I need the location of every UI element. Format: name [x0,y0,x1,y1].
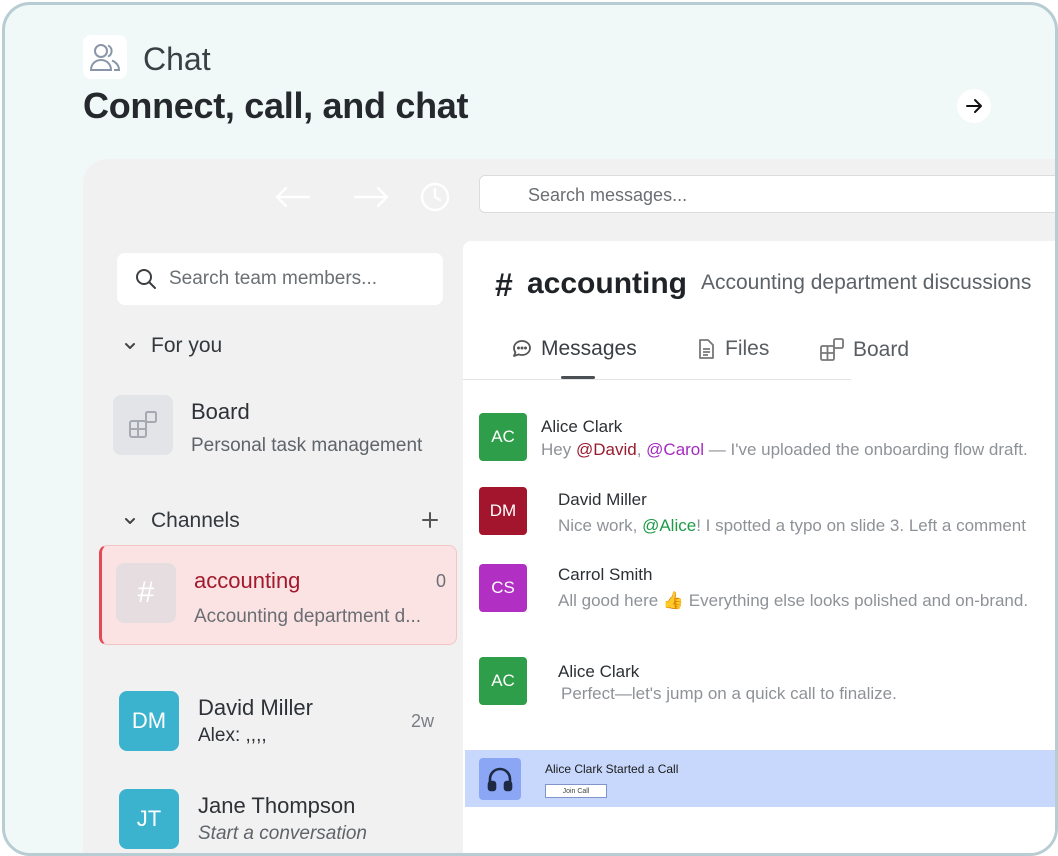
users-icon [83,35,127,79]
member-search-input[interactable] [157,252,443,306]
back-button[interactable] [273,179,313,215]
tab-messages[interactable]: Messages [511,337,637,361]
chat-feature-card: Chat Connect, call, and chat Search mess… [2,2,1058,856]
message-author: Alice Clark [558,662,640,681]
chat-app-window: For you Board Personal task management C… [83,159,1055,853]
message-author: Carrol Smith [558,565,653,584]
chevron-down-icon [125,518,135,524]
channels-section-toggle[interactable]: Channels [123,509,240,533]
for-you-label: For you [151,334,223,357]
section-label: Chat [143,41,211,77]
avatar: DM [119,691,179,751]
channel-subtitle: Accounting department d... [194,606,422,627]
mention[interactable]: @Carol [646,440,704,459]
arrow-right-icon [353,186,389,208]
search-icon [135,268,157,290]
avatar: CS [479,564,527,612]
board-icon [113,395,173,455]
arrow-left-icon [275,186,311,208]
hash-icon: # [116,563,176,623]
avatar: JT [119,789,179,849]
history-button[interactable] [415,179,455,215]
avatar: DM [479,487,527,535]
dm-item-david-miller[interactable]: DM David Miller Alex: ,,,, 2w [117,689,447,755]
board-title: Board [191,399,250,424]
dm-preview: Start a conversation [198,823,367,844]
channel-hash: # [495,267,513,303]
call-text: Alice Clark Started a Call [545,762,679,776]
message-text: Nice work, @Alice! I spotted a typo on s… [558,516,1026,535]
message-author: Alice Clark [541,417,623,436]
page-title: Connect, call, and chat [83,85,469,126]
tab-label: Messages [541,337,637,360]
message-search-input[interactable] [480,176,1055,214]
dm-preview: Alex: ,,,, [198,725,267,746]
board-subtitle: Personal task management [191,435,423,456]
board-icon [819,337,845,363]
channel-name: accounting [194,568,301,593]
tab-label: Board [853,338,910,361]
sidebar-item-board[interactable]: Board Personal task management [113,393,453,457]
unread-count: 0 [436,571,447,591]
plus-icon [422,512,438,528]
dm-name: David Miller [198,695,313,720]
avatar: AC [479,657,527,705]
tabs-divider [463,379,851,380]
message-icon [511,338,533,360]
channels-label: Channels [151,509,240,532]
add-channel-button[interactable] [419,509,441,531]
channel-description: Accounting department discussions [701,271,1032,294]
chevron-down-icon [125,343,135,349]
mention[interactable]: @Alice [642,516,696,535]
tab-board[interactable]: Board [819,337,909,363]
avatar: AC [479,413,527,461]
arrow-right-icon [966,99,982,113]
arrow-right-button[interactable] [957,89,991,123]
dm-item-jane-thompson[interactable]: JT Jane Thompson Start a conversation [117,787,447,853]
message-text: All good here 👍 Everything else looks po… [558,591,1029,610]
call-notification: Alice Clark Started a Call Join Call [465,750,1055,807]
channel-title: accounting [527,267,688,300]
message-search[interactable] [479,175,1055,214]
message-text: Perfect—let's jump on a quick call to fi… [561,684,897,703]
member-search[interactable] [117,252,443,306]
clock-icon [420,182,450,212]
message-text: Hey @David, @Carol — I've uploaded the o… [541,440,1028,459]
message-author: David Miller [558,490,647,509]
forward-button[interactable] [351,179,391,215]
dm-name: Jane Thompson [198,793,356,818]
file-icon [695,338,717,360]
for-you-section-toggle[interactable]: For you [123,334,222,358]
mention[interactable]: @David [576,440,637,459]
join-call-button[interactable]: Join Call [545,784,607,798]
channel-panel: # accounting Accounting department discu… [463,241,1055,853]
tab-files[interactable]: Files [695,337,769,361]
tab-label: Files [725,337,770,360]
headphones-icon [479,758,521,800]
dm-time: 2w [411,711,435,731]
sidebar-item-accounting[interactable]: # accounting 0 Accounting department d..… [99,545,457,645]
